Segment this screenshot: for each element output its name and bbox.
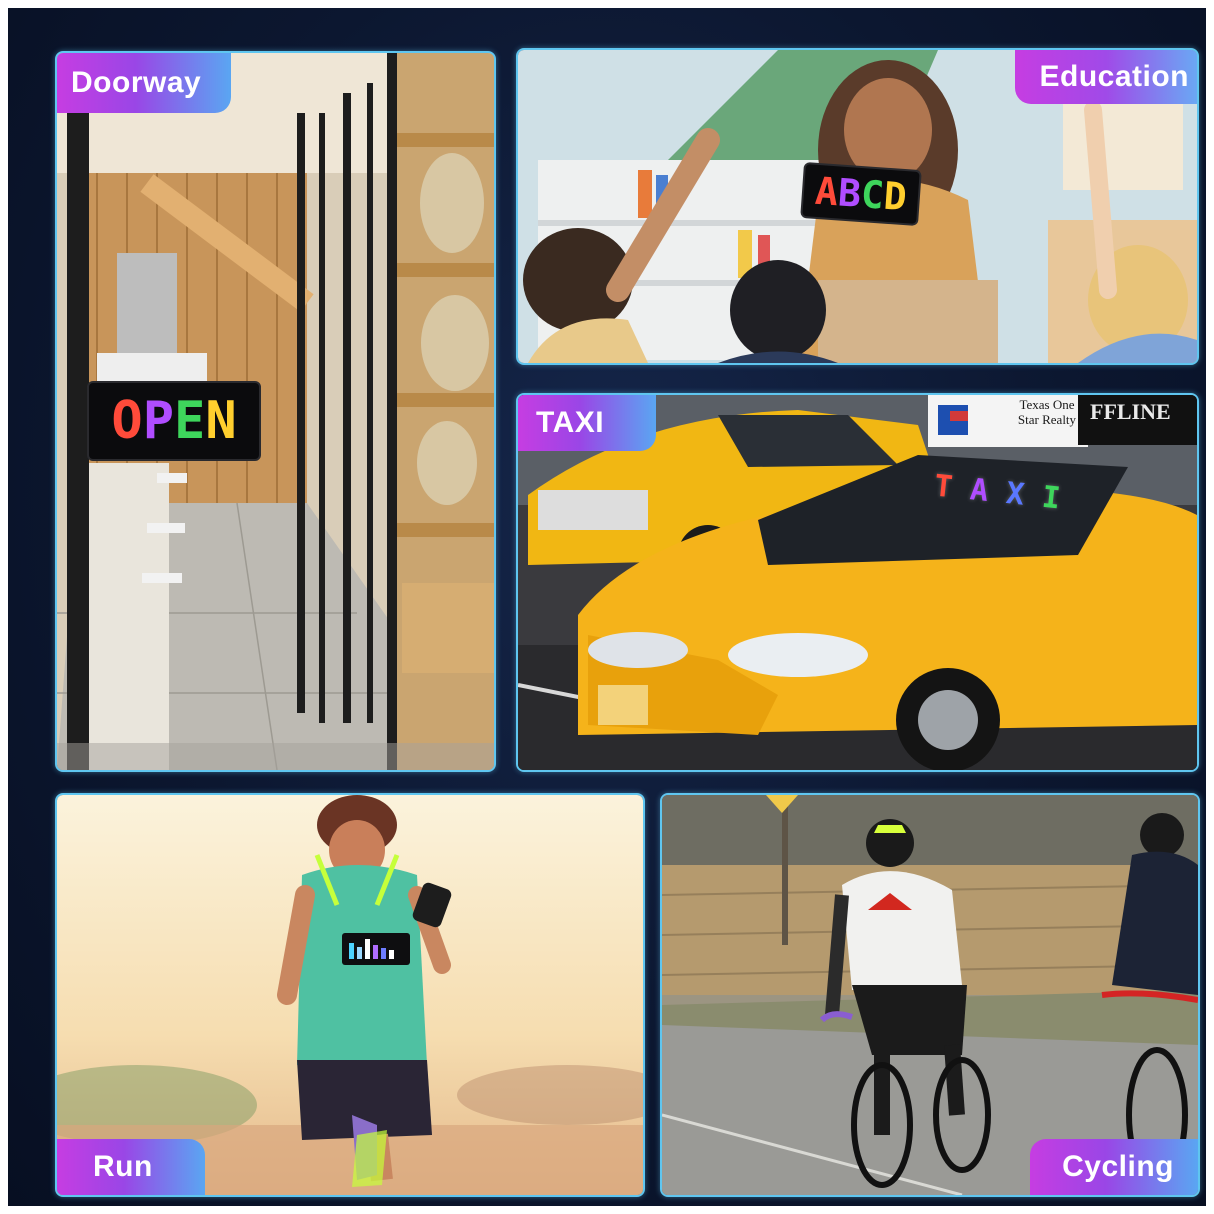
led-letter: T [932, 468, 955, 506]
open-led-sign: O P E N [87, 381, 261, 461]
cycling-panel: Cycling [660, 793, 1200, 1197]
taxi-label: TAXI [518, 395, 657, 451]
taxi-sign-line-2: Star Realty [1017, 412, 1077, 427]
led-letter: A [813, 168, 840, 215]
taxi-roof-sign-text: Texas One Star Realty [1008, 397, 1086, 427]
led-letter: X [1004, 476, 1026, 513]
run-label: Run [57, 1139, 205, 1195]
led-letter: A [968, 472, 991, 509]
led-letter: C [859, 172, 886, 218]
education-panel: A B C D Education [516, 48, 1199, 365]
taxi-panel: Texas One Star Realty FFLINE T A X I TAX… [516, 393, 1199, 772]
run-photo [57, 795, 643, 1195]
background-frame: O P E N Doorway A B C D Education Texas … [8, 8, 1206, 1206]
run-panel: Run [55, 793, 645, 1197]
led-letter: E [174, 391, 206, 451]
cycling-label: Cycling [1030, 1139, 1198, 1195]
taxi-photo [518, 395, 1197, 770]
cycling-photo [662, 795, 1198, 1195]
abcd-led-sign: A B C D [800, 161, 922, 227]
truck-text: FFLINE [1090, 399, 1171, 424]
led-letter: D [882, 173, 909, 220]
doorway-panel: O P E N Doorway [55, 51, 496, 772]
led-letter: B [836, 170, 863, 216]
taxi-sign-line-1: Texas One [1019, 397, 1075, 412]
led-letter: N [205, 391, 237, 451]
led-letter: P [142, 391, 174, 451]
doorway-label: Doorway [57, 53, 232, 113]
led-letter: O [111, 391, 143, 451]
led-letter: I [1040, 479, 1062, 517]
education-label: Education [1015, 50, 1197, 104]
